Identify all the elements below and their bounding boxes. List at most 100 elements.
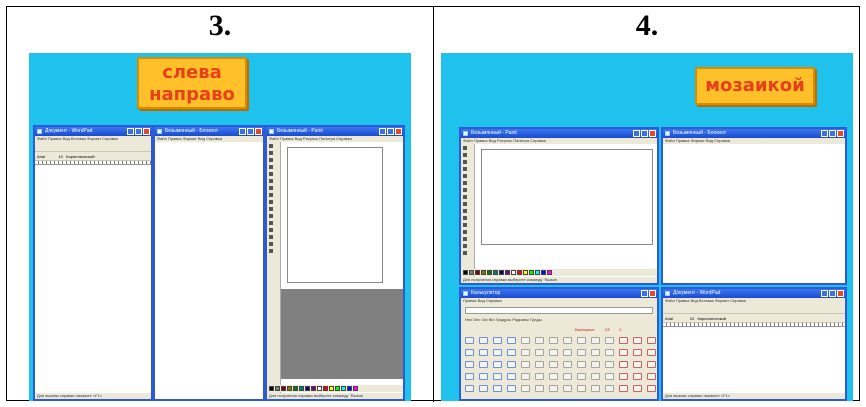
calculator-key[interactable]: [577, 373, 586, 380]
minimize-button[interactable]: [127, 128, 134, 135]
wordpad-titlebar[interactable]: Документ - WordPad: [35, 127, 151, 136]
calculator-key[interactable]: [465, 337, 474, 344]
calculator-key[interactable]: [549, 337, 558, 344]
calculator-key[interactable]: [493, 349, 502, 356]
calculator-key[interactable]: [619, 337, 628, 344]
notepad-menubar[interactable]: Файл Правка Формат Вид Справка: [663, 138, 845, 144]
maximize-button[interactable]: [387, 128, 394, 135]
close-button[interactable]: [837, 130, 844, 137]
calculator-key[interactable]: [507, 361, 516, 368]
calculator-key[interactable]: [521, 385, 530, 392]
calculator-key[interactable]: [493, 337, 502, 344]
maximize-button[interactable]: [135, 128, 142, 135]
ce-button[interactable]: CE: [605, 327, 611, 332]
calculator-key[interactable]: [633, 373, 642, 380]
calculator-key[interactable]: [619, 373, 628, 380]
calculator-key[interactable]: [605, 385, 614, 392]
paint-window[interactable]: Безымянный - Paint Файл Правка Вид Рисун…: [459, 127, 659, 285]
calculator-key[interactable]: [465, 349, 474, 356]
minimize-button[interactable]: [379, 128, 386, 135]
calculator-menubar[interactable]: Правка Вид Справка: [461, 298, 657, 304]
calculator-key[interactable]: [507, 385, 516, 392]
wordpad-titlebar[interactable]: Документ - WordPad: [663, 289, 845, 298]
maximize-button[interactable]: [829, 130, 836, 137]
calculator-key[interactable]: [521, 373, 530, 380]
size-select[interactable]: 10: [690, 316, 694, 321]
close-button[interactable]: [395, 128, 402, 135]
calculator-key[interactable]: [633, 337, 642, 344]
paint-palette[interactable]: [461, 269, 657, 276]
calculator-key[interactable]: [619, 349, 628, 356]
close-button[interactable]: [143, 128, 150, 135]
calculator-key[interactable]: [577, 337, 586, 344]
calculator-key[interactable]: [591, 349, 600, 356]
calculator-key[interactable]: [633, 385, 642, 392]
calculator-window[interactable]: Калькулятор Правка Вид Справка Hex Dec O…: [459, 287, 659, 401]
font-select[interactable]: Arial: [37, 154, 45, 159]
minimize-button[interactable]: [821, 290, 828, 297]
calculator-key[interactable]: [535, 337, 544, 344]
notepad-window[interactable]: Безымянный - Блокнот Файл Правка Формат …: [661, 127, 847, 285]
paint-canvas[interactable]: [287, 147, 383, 283]
calculator-key[interactable]: [563, 361, 572, 368]
calculator-key[interactable]: [563, 373, 572, 380]
calculator-key[interactable]: [605, 337, 614, 344]
calculator-key[interactable]: [549, 373, 558, 380]
maximize-button[interactable]: [641, 130, 648, 137]
calculator-key[interactable]: [605, 361, 614, 368]
calculator-key[interactable]: [633, 361, 642, 368]
calculator-key[interactable]: [465, 385, 474, 392]
minimize-button[interactable]: [633, 130, 640, 137]
calculator-key[interactable]: [549, 349, 558, 356]
wordpad-toolbar[interactable]: [35, 142, 151, 152]
calculator-key[interactable]: [577, 385, 586, 392]
calculator-key[interactable]: [563, 385, 572, 392]
calculator-key[interactable]: [479, 361, 488, 368]
calculator-key[interactable]: [647, 373, 656, 380]
calculator-key[interactable]: [535, 373, 544, 380]
calculator-key[interactable]: [521, 361, 530, 368]
calculator-key[interactable]: [521, 337, 530, 344]
close-button[interactable]: [649, 130, 656, 137]
calculator-key[interactable]: [605, 349, 614, 356]
calculator-key[interactable]: [563, 349, 572, 356]
c-button[interactable]: C: [619, 327, 622, 332]
size-select[interactable]: 10: [58, 154, 62, 159]
paint-titlebar[interactable]: Безымянный - Paint: [461, 129, 657, 138]
calculator-key[interactable]: [591, 385, 600, 392]
close-button[interactable]: [649, 290, 656, 297]
calculator-key[interactable]: [535, 361, 544, 368]
wordpad-format-bar[interactable]: Arial 10 Кириллический: [35, 152, 151, 161]
calculator-modes[interactable]: Hex Dec Oct Bin Градусы Радианы Грады: [465, 317, 542, 322]
calculator-key[interactable]: [619, 385, 628, 392]
calculator-key[interactable]: [493, 373, 502, 380]
charset-select[interactable]: Кириллический: [66, 154, 94, 159]
calculator-key[interactable]: [535, 349, 544, 356]
calculator-key[interactable]: [493, 385, 502, 392]
calculator-key[interactable]: [647, 361, 656, 368]
calculator-key[interactable]: [647, 337, 656, 344]
paint-palette[interactable]: [267, 385, 403, 392]
calculator-key[interactable]: [647, 349, 656, 356]
close-button[interactable]: [255, 128, 262, 135]
notepad-titlebar[interactable]: Безымянный - Блокнот: [663, 129, 845, 138]
maximize-button[interactable]: [247, 128, 254, 135]
calculator-key[interactable]: [507, 373, 516, 380]
calculator-key[interactable]: [619, 361, 628, 368]
calculator-key[interactable]: [647, 385, 656, 392]
paint-toolbox[interactable]: [267, 142, 281, 393]
calculator-key[interactable]: [591, 373, 600, 380]
wordpad-window[interactable]: Документ - WordPad Файл Правка Вид Встав…: [33, 125, 153, 401]
minimize-button[interactable]: [239, 128, 246, 135]
wordpad-format-bar[interactable]: Arial 10 Кириллический: [663, 314, 845, 323]
paint-menubar[interactable]: Файл Правка Вид Рисунок Палитра Справка: [461, 138, 657, 144]
calculator-key[interactable]: [465, 361, 474, 368]
backspace-button[interactable]: Backspace: [575, 327, 595, 332]
calculator-key[interactable]: [479, 385, 488, 392]
calculator-titlebar[interactable]: Калькулятор: [461, 289, 657, 298]
calculator-key[interactable]: [591, 337, 600, 344]
calculator-key[interactable]: [577, 349, 586, 356]
calculator-key[interactable]: [633, 349, 642, 356]
maximize-button[interactable]: [829, 290, 836, 297]
close-button[interactable]: [837, 290, 844, 297]
